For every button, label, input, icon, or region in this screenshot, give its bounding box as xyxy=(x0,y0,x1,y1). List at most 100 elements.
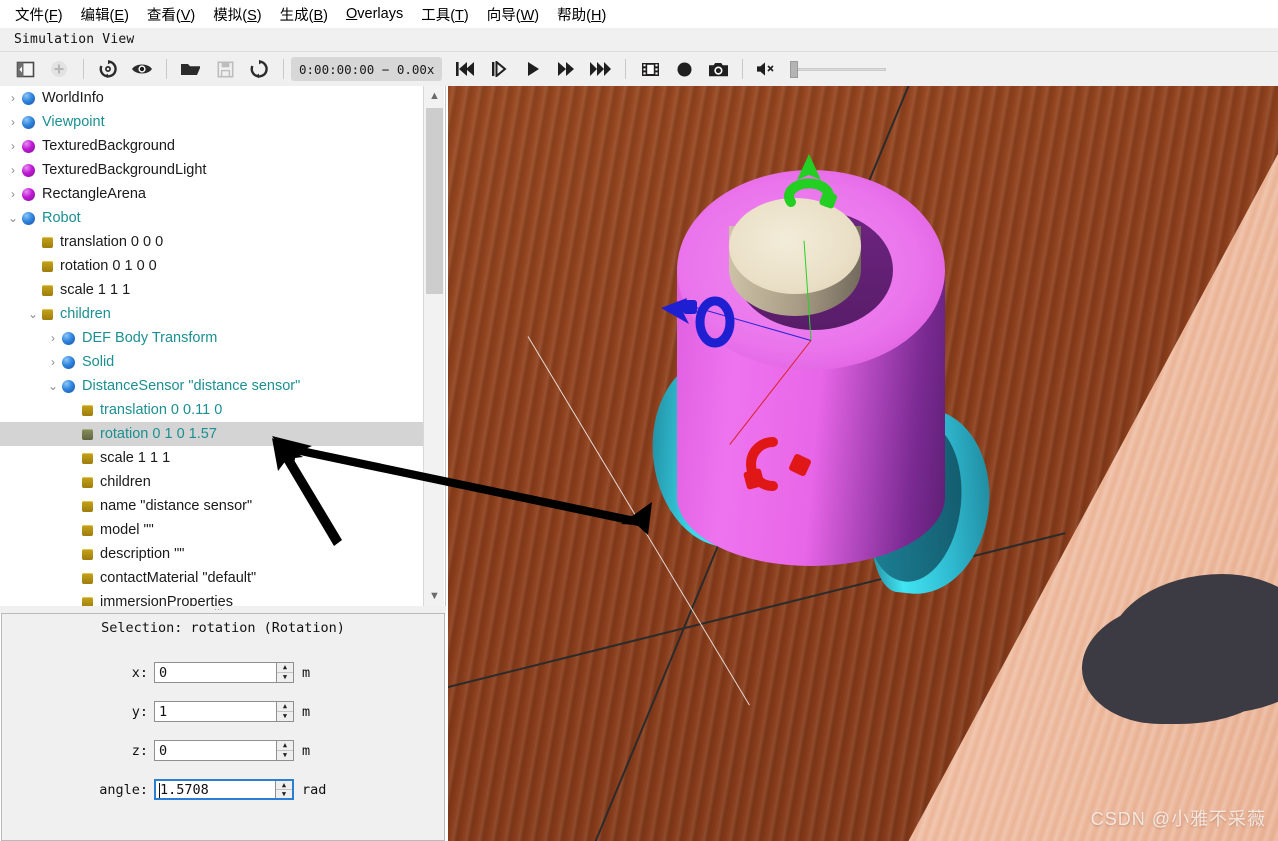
robot-model[interactable] xyxy=(643,148,999,601)
spinner-down-icon[interactable]: ▼ xyxy=(277,673,293,682)
tree-row[interactable]: › Viewpoint xyxy=(0,110,424,134)
field-spinbox[interactable]: 0 ▲ ▼ xyxy=(154,740,294,761)
field-spinbox[interactable]: 1 ▲ ▼ xyxy=(154,701,294,722)
menu-item-0[interactable]: 文件(F) xyxy=(6,1,72,28)
tree-row[interactable]: › RectangleArena xyxy=(0,182,424,206)
tree-row-label: name "distance sensor" xyxy=(100,498,253,514)
tree-row[interactable]: model "" xyxy=(0,518,424,542)
fast-forward-button[interactable] xyxy=(550,55,584,83)
step-forward-button[interactable] xyxy=(482,55,516,83)
screenshot-button[interactable] xyxy=(701,55,735,83)
tree-row[interactable]: translation 0 0 0 xyxy=(0,230,424,254)
record-button[interactable] xyxy=(667,55,701,83)
menu-item-5[interactable]: Overlays xyxy=(337,3,412,25)
tree-row[interactable]: rotation 0 1 0 1.57 xyxy=(0,422,424,446)
chevron-right-icon[interactable]: › xyxy=(4,92,22,104)
volume-slider[interactable] xyxy=(790,59,887,79)
volume-handle[interactable] xyxy=(790,61,799,78)
toolbar-separator-5 xyxy=(742,59,744,79)
tree-row[interactable]: name "distance sensor" xyxy=(0,494,424,518)
menu-item-2[interactable]: 查看(V) xyxy=(138,1,204,28)
spinner-buttons[interactable]: ▲ ▼ xyxy=(275,781,292,798)
reset-icon xyxy=(250,59,268,79)
field-label: x: xyxy=(131,664,148,681)
tree-row[interactable]: › DEF Body Transform xyxy=(0,326,424,350)
scroll-down-arrow-icon[interactable]: ▼ xyxy=(424,586,445,606)
menu-item-1[interactable]: 编辑(E) xyxy=(72,1,138,28)
chevron-right-icon[interactable]: › xyxy=(4,164,22,176)
run-fast-button[interactable] xyxy=(584,55,618,83)
tree-row[interactable]: translation 0 0.11 0 xyxy=(0,398,424,422)
spinner-up-icon[interactable]: ▲ xyxy=(277,663,293,673)
tree-row[interactable]: scale 1 1 1 xyxy=(0,446,424,470)
tree-row[interactable]: › TexturedBackground xyxy=(0,134,424,158)
spinner-down-icon[interactable]: ▼ xyxy=(277,751,293,760)
chevron-right-icon[interactable]: › xyxy=(4,140,22,152)
menu-item-7[interactable]: 向导(W) xyxy=(478,1,548,28)
chevron-right-icon[interactable]: › xyxy=(44,356,62,368)
menu-item-8[interactable]: 帮助(H) xyxy=(548,1,615,28)
open-world-button[interactable] xyxy=(174,55,208,83)
movie-button[interactable] xyxy=(633,55,667,83)
scene-tree-scrollbar[interactable]: ▲ ▼ xyxy=(423,86,444,606)
field-spinbox[interactable]: 1.5708 ▲ ▼ xyxy=(154,779,294,800)
chevron-down-icon[interactable]: ⌄ xyxy=(24,308,42,320)
play-button[interactable] xyxy=(516,55,550,83)
field-editor-panel: Selection: rotation (Rotation) x: 0 ▲ ▼ m y: 1… xyxy=(1,613,445,841)
chevron-right-icon[interactable]: › xyxy=(4,116,22,128)
spinner-buttons[interactable]: ▲ ▼ xyxy=(276,663,293,682)
tree-row-label: Viewpoint xyxy=(42,114,105,130)
step-back-button[interactable] xyxy=(448,55,482,83)
save-world-button[interactable] xyxy=(208,55,242,83)
tab-simulation-view[interactable]: Simulation View xyxy=(0,32,134,47)
tree-row[interactable]: › WorldInfo xyxy=(0,86,424,110)
field-spinbox[interactable]: 0 ▲ ▼ xyxy=(154,662,294,683)
spinner-buttons[interactable]: ▲ ▼ xyxy=(276,741,293,760)
view-button[interactable] xyxy=(125,55,159,83)
tree-row[interactable]: ⌄ Robot xyxy=(0,206,424,230)
reload-world-button[interactable] xyxy=(91,55,125,83)
chevron-down-icon[interactable]: ⌄ xyxy=(44,380,62,392)
chevron-right-icon[interactable]: › xyxy=(4,188,22,200)
chevron-down-icon[interactable]: ⌄ xyxy=(4,212,22,224)
scroll-up-arrow-icon[interactable]: ▲ xyxy=(424,86,445,106)
spinner-buttons[interactable]: ▲ ▼ xyxy=(276,702,293,721)
menu-item-4[interactable]: 生成(B) xyxy=(271,1,337,28)
add-node-button[interactable] xyxy=(42,55,76,83)
spinner-down-icon[interactable]: ▼ xyxy=(277,712,293,721)
tree-row[interactable]: scale 1 1 1 xyxy=(0,278,424,302)
green-rotation-handle-icon[interactable] xyxy=(771,154,845,216)
tree-row-label: description "" xyxy=(100,546,185,562)
simulation-3d-viewport[interactable]: CSDN @小雅不采薇 xyxy=(448,86,1278,841)
scrollbar-thumb[interactable] xyxy=(426,108,443,294)
chevron-right-icon[interactable]: › xyxy=(44,332,62,344)
spinner-down-icon[interactable]: ▼ xyxy=(276,790,292,798)
tree-row[interactable]: contactMaterial "default" xyxy=(0,566,424,590)
scene-tree-list[interactable]: › WorldInfo › Viewpoint › TexturedBackground ›… xyxy=(0,86,424,606)
tree-row[interactable]: children xyxy=(0,470,424,494)
red-rotation-handle-icon[interactable] xyxy=(743,436,821,494)
reset-simulation-button[interactable] xyxy=(242,55,276,83)
speaker-muted-icon xyxy=(757,62,775,76)
field-cube-icon xyxy=(82,596,93,606)
sound-button[interactable] xyxy=(750,55,784,83)
spinner-up-icon[interactable]: ▲ xyxy=(277,741,293,751)
spinner-up-icon[interactable]: ▲ xyxy=(277,702,293,712)
tree-row-label: Solid xyxy=(82,354,115,370)
tree-row[interactable]: › Solid xyxy=(0,350,424,374)
panel-toggle-button[interactable] xyxy=(8,55,42,83)
tree-row[interactable]: rotation 0 1 0 0 xyxy=(0,254,424,278)
tree-row[interactable]: ⌄ DistanceSensor "distance sensor" xyxy=(0,374,424,398)
tree-row[interactable]: › TexturedBackgroundLight xyxy=(0,158,424,182)
tree-row[interactable]: description "" xyxy=(0,542,424,566)
tree-row[interactable]: immersionProperties xyxy=(0,590,424,606)
open-folder-icon xyxy=(181,64,200,75)
menu-item-3[interactable]: 模拟(S) xyxy=(204,1,270,28)
tree-row-label: RectangleArena xyxy=(42,186,146,202)
menu-item-6[interactable]: 工具(T) xyxy=(412,1,478,28)
tree-row[interactable]: ⌄ children xyxy=(0,302,424,326)
blue-rotation-handle-icon[interactable] xyxy=(661,290,741,350)
node-sphere-icon xyxy=(22,187,35,201)
spinner-up-icon[interactable]: ▲ xyxy=(276,781,292,790)
text-caret xyxy=(159,783,160,798)
